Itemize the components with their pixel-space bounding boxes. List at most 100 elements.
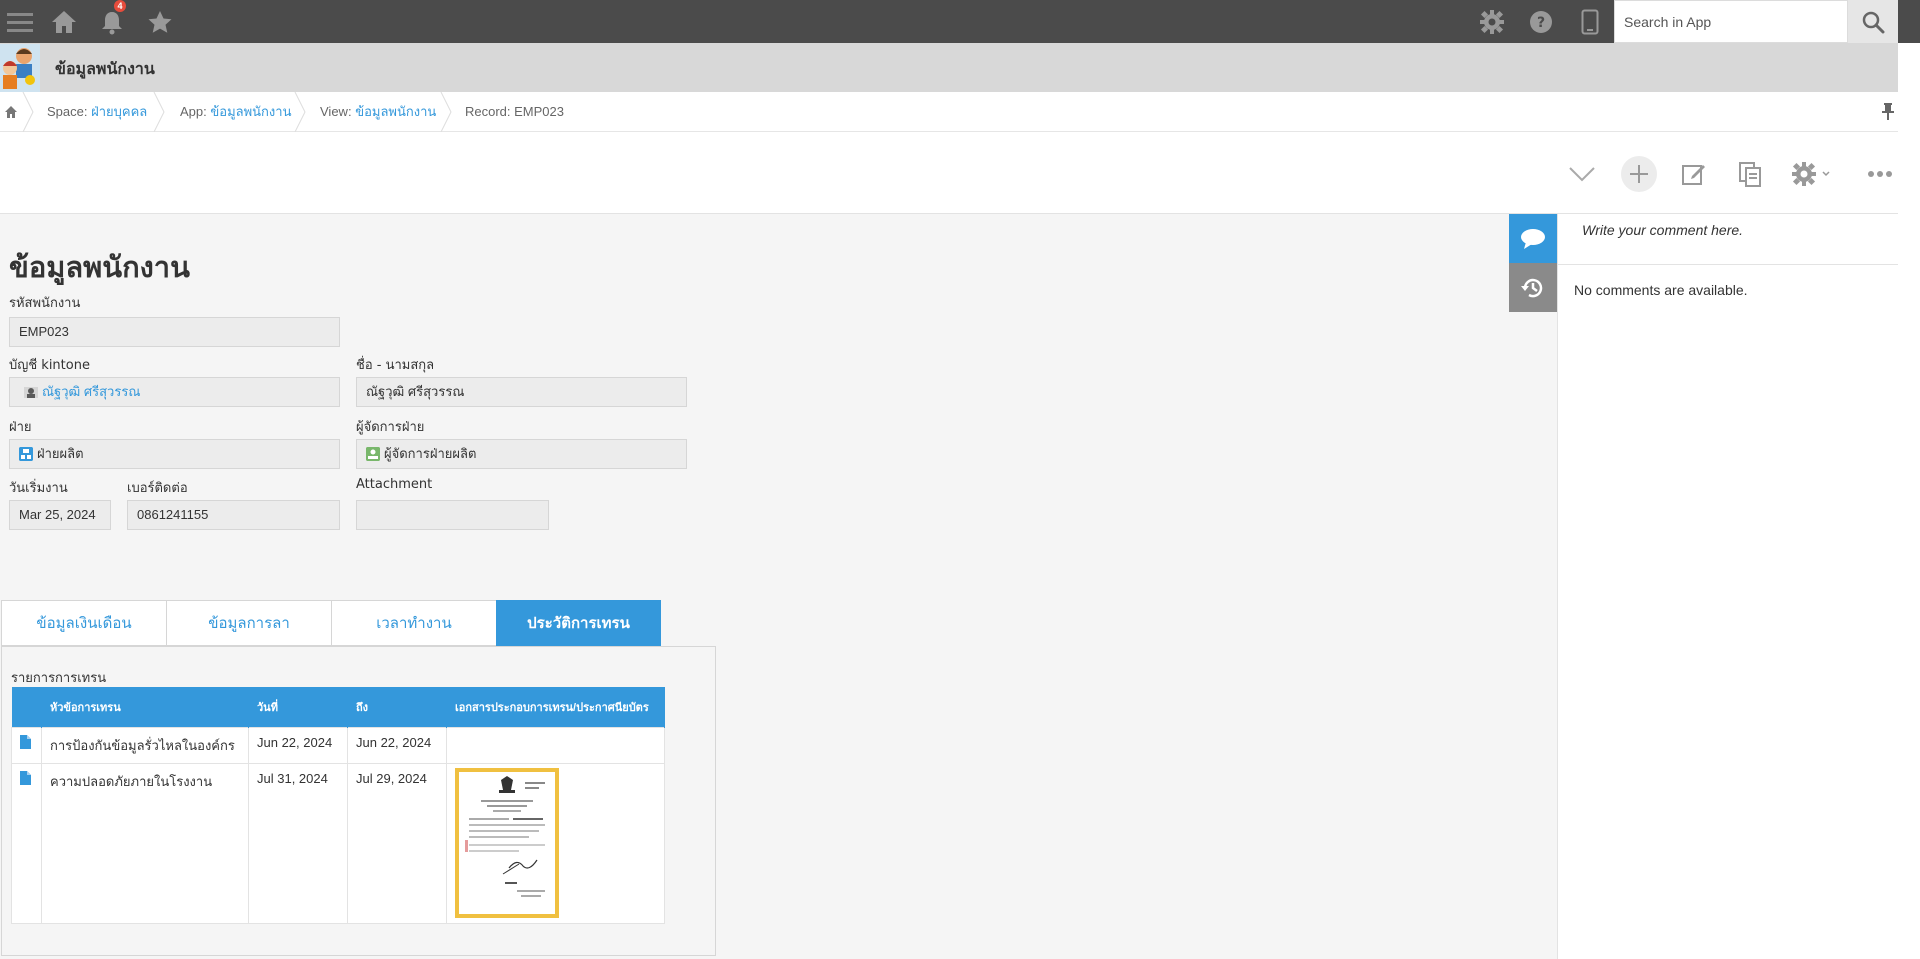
table-row: ความปลอดภัยภายในโรงงาน Jul 31, 2024 Jul … bbox=[11, 762, 665, 924]
tab-salary[interactable]: ข้อมูลเงินเดือน bbox=[1, 600, 166, 646]
row-detail-cell[interactable] bbox=[11, 726, 42, 764]
comments-panel: Write your comment here. No comments are… bbox=[1557, 214, 1899, 959]
department-value: ฝ่ายผลิต bbox=[37, 446, 84, 461]
gear-icon[interactable] bbox=[1472, 0, 1512, 43]
bell-icon[interactable]: 4 bbox=[92, 0, 132, 43]
search-field[interactable] bbox=[1614, 0, 1848, 43]
document-cell bbox=[446, 762, 665, 924]
star-icon[interactable] bbox=[140, 0, 180, 43]
gear-icon bbox=[1792, 162, 1830, 186]
user-icon bbox=[24, 387, 38, 398]
table-header-spacer bbox=[11, 687, 42, 727]
to-cell: Jul 29, 2024 bbox=[347, 762, 447, 924]
training-table-label: รายการการเทรน bbox=[11, 671, 107, 686]
comment-icon bbox=[1521, 228, 1545, 249]
add-record-button[interactable] bbox=[1621, 156, 1657, 192]
edit-record-button[interactable] bbox=[1676, 156, 1712, 192]
record-toolbar bbox=[0, 132, 1898, 214]
breadcrumb-home-icon[interactable] bbox=[0, 92, 22, 132]
tab-training-history[interactable]: ประวัติการเทรน bbox=[496, 600, 661, 646]
column-header-date: วันที่ bbox=[248, 687, 348, 727]
column-header-topic: หัวข้อการเทรน bbox=[41, 687, 249, 727]
employee-id-value: EMP023 bbox=[19, 324, 69, 339]
side-panel-tabs bbox=[1509, 214, 1557, 312]
row-detail-cell[interactable] bbox=[11, 762, 42, 924]
attachment-field bbox=[356, 500, 549, 530]
breadcrumb-view-link[interactable]: ข้อมูลพนักงาน bbox=[355, 104, 436, 119]
kintone-account-link[interactable]: ณัฐวุฒิ ศรีสุวรรณ bbox=[42, 378, 140, 406]
phone-label: เบอร์ติดต่อ bbox=[127, 481, 188, 496]
department-label: ฝ่าย bbox=[9, 420, 32, 435]
settings-dropdown-button[interactable] bbox=[1788, 156, 1838, 192]
breadcrumb-space[interactable]: Space: ฝ่ายบุคคล bbox=[47, 92, 147, 132]
history-icon bbox=[1521, 278, 1543, 297]
dept-manager-value: ผู้จัดการฝ่ายผลิต bbox=[384, 446, 477, 461]
group-icon bbox=[366, 447, 380, 461]
plus-icon bbox=[1630, 165, 1648, 183]
search-button[interactable] bbox=[1848, 0, 1898, 43]
employee-id-field: EMP023 bbox=[9, 317, 340, 347]
breadcrumb-separator bbox=[153, 92, 165, 132]
to-cell: Jun 22, 2024 bbox=[347, 726, 447, 764]
full-name-field: ณัฐวุฒิ ศรีสุวรรณ bbox=[356, 377, 687, 407]
breadcrumb-space-label: Space: bbox=[47, 104, 88, 119]
edit-icon bbox=[1682, 165, 1705, 185]
home-icon[interactable] bbox=[44, 0, 84, 43]
history-tab[interactable] bbox=[1509, 263, 1557, 312]
breadcrumb: Space: ฝ่ายบุคคล App: ข้อมูลพนักงาน View… bbox=[0, 92, 1920, 132]
app-header: ข้อมูลพนักงาน bbox=[0, 43, 1920, 92]
comments-tab[interactable] bbox=[1509, 214, 1557, 263]
topic-cell: ความปลอดภัยภายในโรงงาน bbox=[41, 762, 249, 924]
table-header-row: หัวข้อการเทรน วันที่ ถึง เอกสารประกอบการ… bbox=[11, 687, 665, 727]
document-icon[interactable] bbox=[20, 770, 31, 785]
duplicate-record-button[interactable] bbox=[1732, 156, 1768, 192]
date-cell: Jun 22, 2024 bbox=[248, 726, 348, 764]
chevron-down-icon[interactable] bbox=[1564, 156, 1600, 192]
training-tab-panel: รายการการเทรน หัวข้อการเทรน วันที่ ถึง เ… bbox=[1, 646, 716, 956]
department-field: ฝ่ายผลิต bbox=[9, 439, 340, 469]
kintone-account-label: บัญชี kintone bbox=[9, 358, 90, 373]
full-name-label: ชื่อ - นามสกุล bbox=[356, 358, 435, 373]
mobile-icon[interactable] bbox=[1570, 0, 1610, 43]
organization-icon bbox=[19, 447, 33, 461]
start-date-label: วันเริ่มงาน bbox=[9, 481, 68, 496]
app-title[interactable]: ข้อมูลพนักงาน bbox=[55, 57, 155, 82]
menu-icon[interactable] bbox=[0, 0, 40, 43]
help-icon[interactable]: ? bbox=[1521, 0, 1561, 43]
breadcrumb-app-link[interactable]: ข้อมูลพนักงาน bbox=[210, 104, 291, 119]
search-input[interactable] bbox=[1615, 1, 1847, 42]
record-title: ข้อมูลพนักงาน bbox=[9, 250, 190, 284]
breadcrumb-space-link[interactable]: ฝ่ายบุคคล bbox=[91, 104, 147, 119]
breadcrumb-separator bbox=[22, 92, 34, 132]
table-row: การป้องกันข้อมูลรั่วไหลในองค์กร Jun 22, … bbox=[11, 726, 665, 764]
certificate-image bbox=[465, 775, 545, 897]
start-date-value: Mar 25, 2024 bbox=[19, 507, 96, 522]
column-header-document: เอกสารประกอบการเทรน/ประกาศนียบัตร bbox=[446, 687, 665, 727]
pin-icon[interactable] bbox=[1880, 102, 1896, 122]
breadcrumb-separator bbox=[294, 92, 306, 132]
more-options-icon[interactable] bbox=[1862, 156, 1898, 192]
full-name-value: ณัฐวุฒิ ศรีสุวรรณ bbox=[366, 384, 465, 399]
date-cell: Jul 31, 2024 bbox=[248, 762, 348, 924]
breadcrumb-separator bbox=[440, 92, 452, 132]
attachment-label: Attachment bbox=[356, 477, 433, 492]
record-tabs: ข้อมูลเงินเดือน ข้อมูลการลา เวลาทำงาน ปร… bbox=[1, 600, 661, 646]
dept-manager-label: ผู้จัดการฝ่าย bbox=[356, 420, 425, 435]
comment-input[interactable]: Write your comment here. bbox=[1558, 214, 1899, 265]
phone-field: 0861241155 bbox=[127, 500, 340, 530]
training-table: หัวข้อการเทรน วันที่ ถึง เอกสารประกอบการ… bbox=[11, 687, 665, 924]
breadcrumb-app[interactable]: App: ข้อมูลพนักงาน bbox=[180, 92, 291, 132]
kintone-account-field: ณัฐวุฒิ ศรีสุวรรณ bbox=[9, 377, 340, 407]
window-edge-inner bbox=[1898, 43, 1920, 959]
record-detail: ข้อมูลพนักงาน รหัสพนักงาน EMP023 บัญชี k… bbox=[0, 214, 1510, 959]
breadcrumb-app-label: App: bbox=[180, 104, 207, 119]
breadcrumb-view[interactable]: View: ข้อมูลพนักงาน bbox=[320, 92, 436, 132]
dept-manager-field: ผู้จัดการฝ่ายผลิต bbox=[356, 439, 687, 469]
no-comments-message: No comments are available. bbox=[1574, 282, 1748, 298]
tab-work-time[interactable]: เวลาทำงาน bbox=[331, 600, 496, 646]
app-logo-icon bbox=[0, 44, 40, 92]
column-header-to: ถึง bbox=[347, 687, 447, 727]
certificate-thumbnail[interactable] bbox=[455, 767, 559, 918]
tab-leave[interactable]: ข้อมูลการลา bbox=[166, 600, 331, 646]
document-icon[interactable] bbox=[20, 734, 31, 749]
